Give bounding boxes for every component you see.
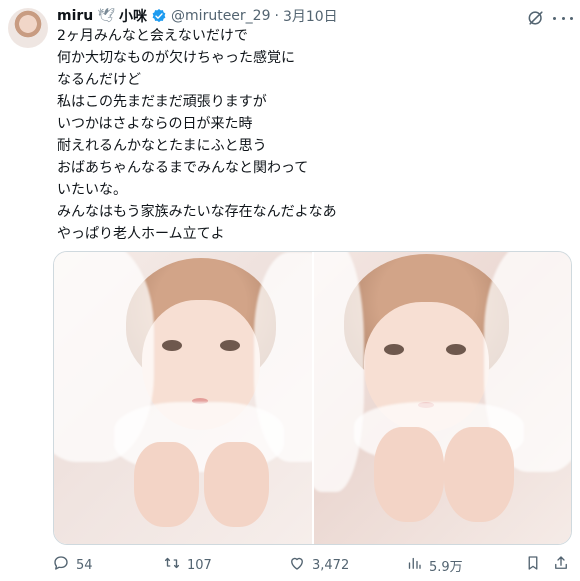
tweet-date[interactable]: 3月10日 — [283, 6, 338, 26]
tweet-line: みんなはもう家族みたいな存在なんだよなあ — [57, 204, 337, 220]
dove-emoji: 🕊 — [97, 8, 116, 24]
like-button[interactable]: 3,472 — [288, 554, 349, 576]
tweet-line: いたいな。 — [57, 182, 127, 198]
verified-badge-icon — [151, 8, 167, 24]
reply-button[interactable]: 54 — [52, 554, 93, 576]
photo-right[interactable] — [313, 252, 571, 544]
views-button[interactable]: 5.9万 — [405, 554, 463, 576]
share-button[interactable] — [552, 554, 570, 576]
repost-button[interactable]: 107 — [163, 554, 212, 576]
tweet-line: なるんだけど — [57, 72, 141, 88]
tweet-text: 2ヶ月みんなと会えないだけで 何か大切なものが欠けちゃった感覚に なるんだけど … — [57, 25, 557, 245]
tweet-line: 何か大切なものが欠けちゃった感覚に — [57, 50, 295, 66]
views-icon — [405, 554, 423, 576]
tweet-line: 2ヶ月みんなと会えないだけで — [57, 28, 248, 44]
media-grid[interactable] — [53, 251, 572, 545]
bookmark-icon — [524, 554, 542, 576]
reply-count: 54 — [76, 557, 93, 573]
photo-left[interactable] — [54, 252, 312, 544]
share-icon — [552, 554, 570, 576]
tweet-line: 私はこの先まだまだ頑張りますが — [57, 94, 267, 110]
more-icon[interactable] — [553, 12, 573, 24]
tweet-line: いつかはさよならの日が来た時 — [57, 116, 253, 132]
repost-count: 107 — [187, 557, 212, 573]
like-icon — [288, 554, 306, 576]
author-name-secondary[interactable]: 小咪 — [119, 6, 147, 26]
avatar[interactable] — [8, 8, 48, 48]
author-name[interactable]: miru — [57, 8, 93, 24]
action-bar: 54 107 3,472 5.9万 — [52, 555, 572, 575]
bookmark-button[interactable] — [524, 554, 542, 576]
tweet-line: やっぱり老人ホーム立てよ — [57, 226, 225, 242]
like-count: 3,472 — [312, 557, 350, 573]
tweet-line: 耐えれるんかなとたまにふと思う — [57, 138, 267, 154]
tweet-header: miru 🕊 小咪 @miruteer_29 · 3月10日 — [57, 6, 338, 26]
tweet-line: おばあちゃんなるまでみんなと関わって — [57, 160, 309, 176]
author-handle[interactable]: @miruteer_29 — [171, 8, 270, 24]
reply-icon — [52, 554, 70, 576]
views-count: 5.9万 — [429, 559, 463, 575]
repost-icon — [163, 554, 181, 576]
separator-dot: · — [274, 8, 279, 24]
